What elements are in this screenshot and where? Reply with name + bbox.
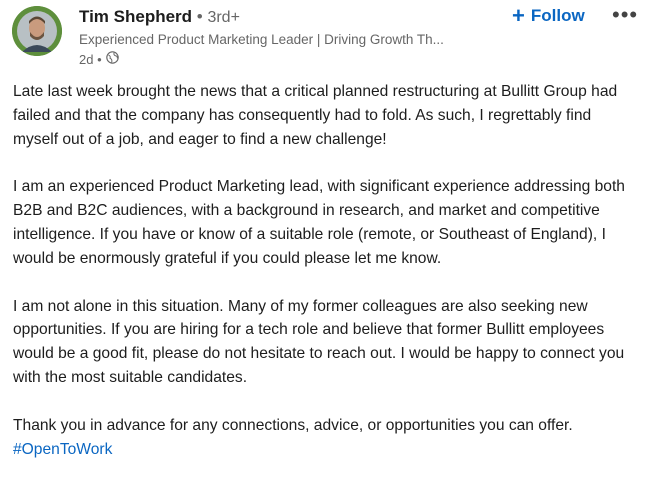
post-body: Late last week brought the news that a c…: [13, 80, 638, 461]
author-name-line[interactable]: Tim Shepherd • 3rd+: [79, 7, 240, 27]
more-options-icon[interactable]: •••: [612, 2, 638, 28]
post-time: 2d •: [79, 51, 102, 67]
post-paragraph: I am an experienced Product Marketing le…: [13, 178, 625, 267]
follow-label: Follow: [530, 6, 585, 25]
degree-separator: •: [192, 7, 208, 26]
post-paragraph: Late last week brought the news that a c…: [13, 83, 618, 148]
author-headline[interactable]: Experienced Product Marketing Leader | D…: [79, 32, 444, 47]
globe-icon: [105, 51, 119, 67]
author-avatar[interactable]: [12, 6, 62, 56]
post-paragraph: Thank you in advance for any connections…: [13, 416, 573, 434]
author-name[interactable]: Tim Shepherd: [79, 7, 192, 26]
post-paragraph: I am not alone in this situation. Many o…: [13, 297, 625, 386]
connection-degree: 3rd+: [207, 9, 240, 26]
follow-button[interactable]: + Follow: [512, 5, 585, 27]
plus-icon: +: [512, 3, 525, 28]
hashtag-link[interactable]: #OpenToWork: [13, 438, 638, 462]
post-meta: 2d •: [79, 51, 119, 67]
avatar-photo: [12, 6, 62, 56]
feed-post: Tim Shepherd • 3rd+ Experienced Product …: [0, 0, 650, 495]
